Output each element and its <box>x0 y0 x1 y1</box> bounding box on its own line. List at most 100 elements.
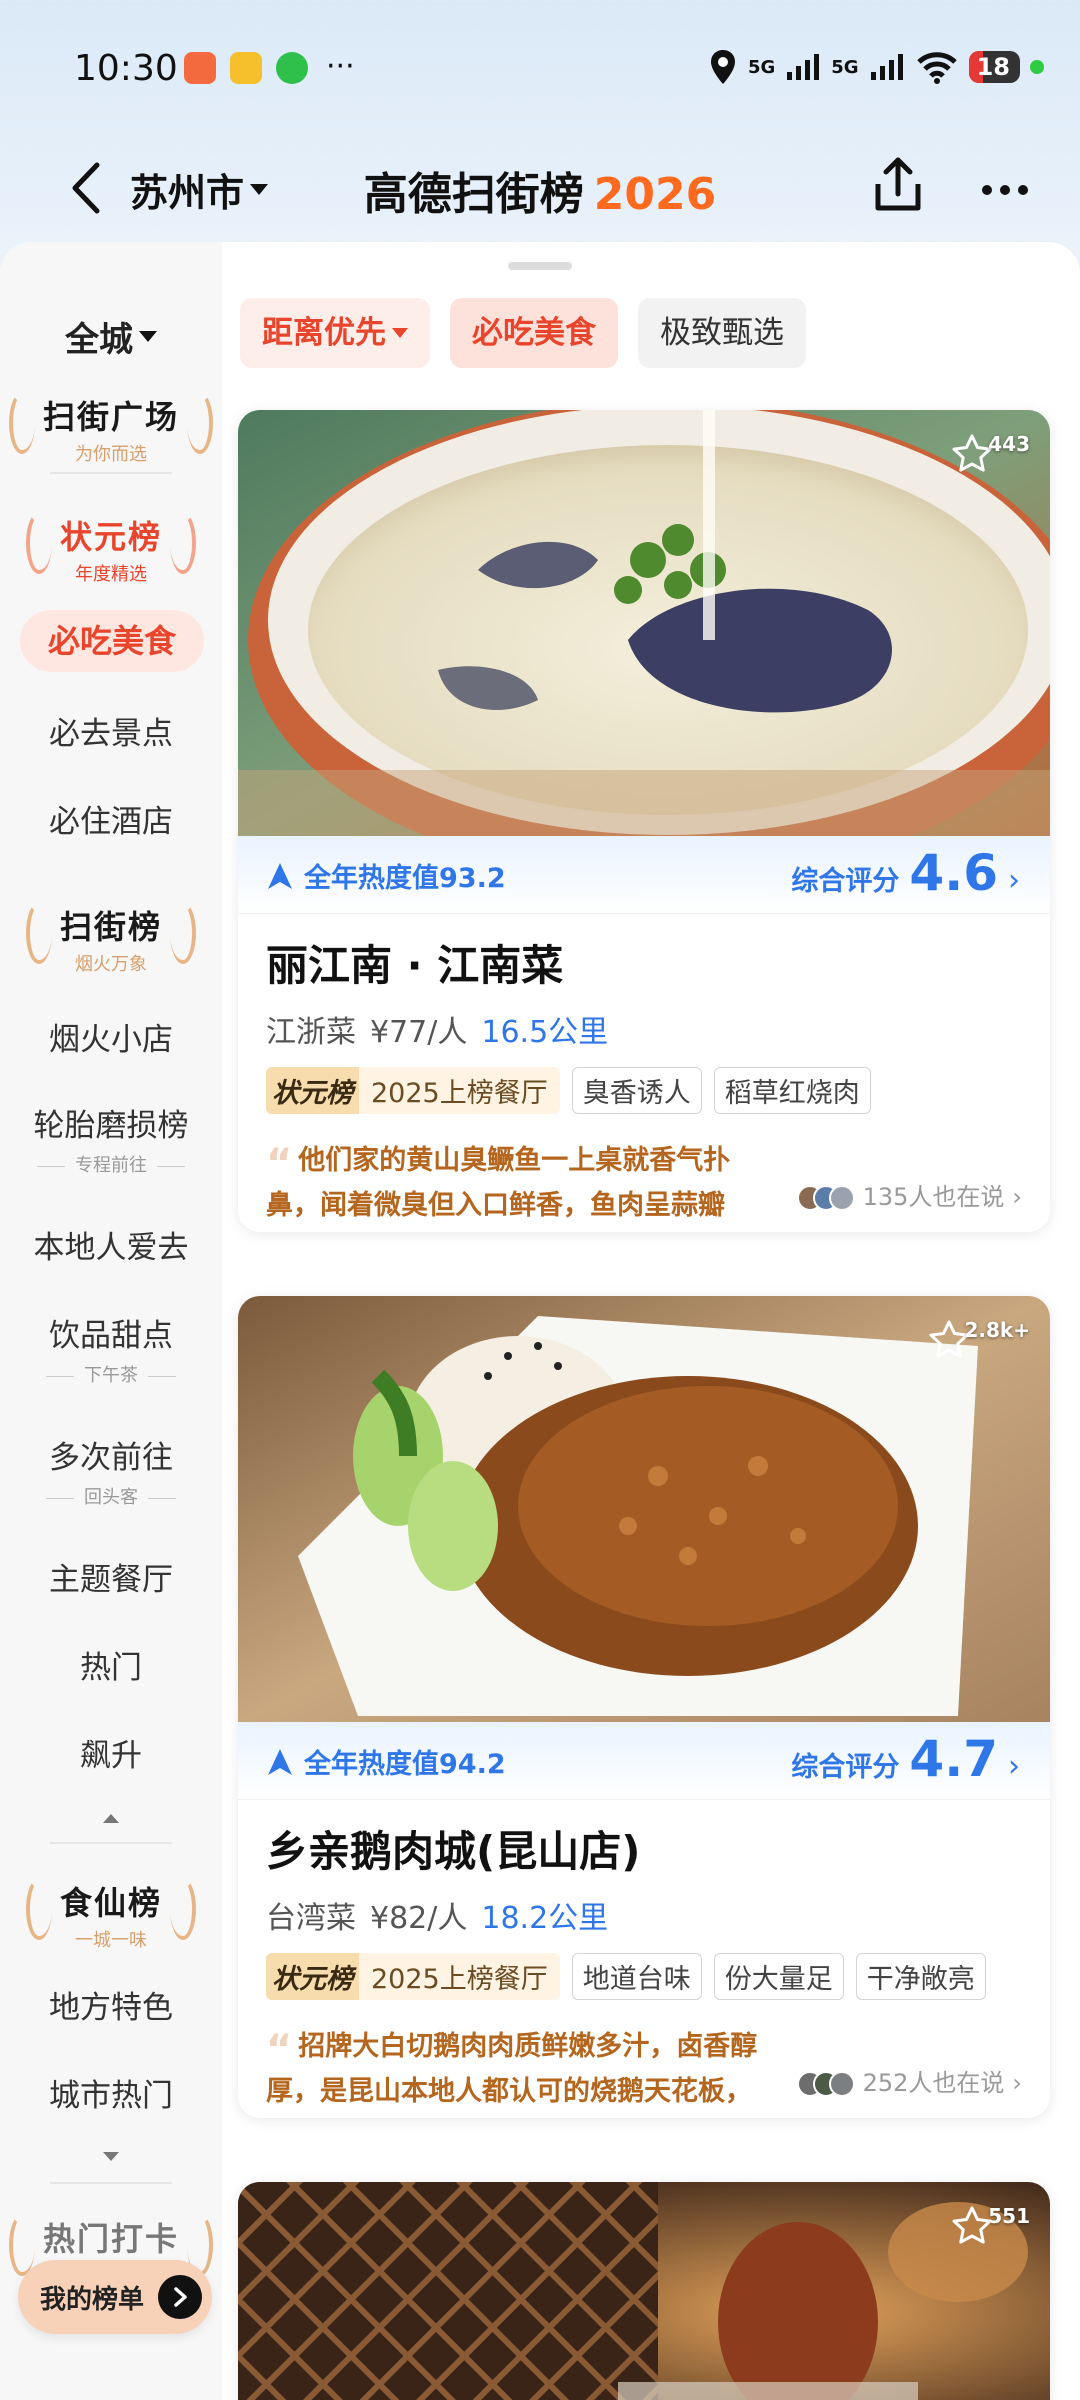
mail-notification-icon <box>230 52 262 84</box>
sidebar-item-must-eat[interactable]: 必吃美食 <box>20 610 204 672</box>
favorite-count: 2.8k+ <box>964 1318 1031 1342</box>
favorite-count: 551 <box>988 2204 1030 2228</box>
sidebar-item-small-shop[interactable]: 烟火小店 <box>0 1014 222 1059</box>
restaurant-card[interactable]: 443 全年热度值93.2 综合评分 4.6 › 丽江南 · 江南菜 江浙菜 ¥… <box>238 410 1050 1232</box>
quote-icon: “ <box>266 1141 293 1187</box>
expand-down-icon[interactable] <box>103 2152 119 2161</box>
restaurant-name[interactable]: 丽江南 · 江南菜 <box>266 932 1050 993</box>
drag-handle[interactable] <box>508 262 572 270</box>
sidebar-fireworks-sub: 烟火万象 <box>74 954 147 975</box>
amap-logo-icon <box>268 862 292 889</box>
laurel-left-icon <box>25 902 52 964</box>
favorite-button[interactable]: 443 <box>950 432 1030 476</box>
sidebar-item-local-specialty[interactable]: 地方特色 <box>0 1982 222 2027</box>
laurel-left-icon <box>8 2214 35 2276</box>
sidebar-item-hotels[interactable]: 必住酒店 <box>0 796 222 841</box>
sidebar-item-sights[interactable]: 必去景点 <box>0 708 222 753</box>
quote-icon: “ <box>266 2027 293 2073</box>
selection-chip[interactable]: 极致甄选 <box>638 298 806 368</box>
review-snippet[interactable]: “招牌大白切鹅肉肉质鲜嫩多汁，卤香醇厚，是昆山本地人都认可的烧鹅天花板，来一趟值… <box>266 2020 1022 2110</box>
restaurant-photo[interactable]: 2.8k+ <box>238 1296 1050 1722</box>
sidebar-divider <box>50 1842 172 1844</box>
laurel-left-icon <box>25 1878 52 1940</box>
restaurant-meta: 台湾菜 ¥82/人 18.2公里 <box>266 1893 1050 1937</box>
sidebar-item-plaza[interactable]: 扫街广场 为你而选 <box>0 392 222 466</box>
rating-value: 4.7 <box>909 1730 998 1788</box>
app-notification-icon <box>184 52 216 84</box>
restaurant-name[interactable]: 乡亲鹅肉城(昆山店) <box>266 1818 1050 1879</box>
laurel-right-icon <box>170 902 196 964</box>
amap-logo-icon <box>268 1748 292 1775</box>
laurel-right-icon <box>170 512 196 574</box>
favorite-count: 443 <box>988 432 1030 456</box>
sidebar-item-city-hot[interactable]: 城市热门 <box>0 2070 222 2115</box>
location-icon <box>710 50 735 84</box>
my-list-button[interactable]: 我的榜单 <box>18 2260 212 2334</box>
review-snippet[interactable]: “他们家的黄山臭鳜鱼一上桌就香气扑鼻，闻着微臭但入口鲜香，鱼肉呈蒜瓣状，嫩滑入味… <box>266 1134 1022 1224</box>
overall-rating[interactable]: 综合评分 4.6 › <box>791 844 1020 902</box>
favorite-button[interactable]: 551 <box>950 2204 1030 2248</box>
more-options-button[interactable] <box>970 170 1040 210</box>
more-dot-icon <box>1018 185 1028 195</box>
battery-level: 18 <box>976 53 1010 81</box>
laurel-left-icon <box>8 392 35 454</box>
sidebar-item-champion[interactable]: 状元榜 年度精选 <box>0 512 222 586</box>
sidebar-drinks-label: 饮品甜点 <box>49 1318 173 1354</box>
discussion-count: 135人也在说 <box>862 1183 1005 1211</box>
chevron-down-icon <box>139 331 157 342</box>
sidebar-item-hot[interactable]: 热门 <box>0 1642 222 1687</box>
favorite-button[interactable]: 2.8k+ <box>927 1318 1031 1362</box>
heat-rating-row[interactable]: 全年热度值93.2 综合评分 4.6 › <box>238 836 1050 914</box>
avatar <box>828 1184 855 1211</box>
price: ¥77/人 <box>370 1015 468 1050</box>
sidebar-item-food-immortal[interactable]: 食仙榜 一城一味 <box>0 1878 222 1952</box>
sidebar-item-repeat[interactable]: 多次前往 回头客 <box>0 1432 222 1509</box>
sidebar-item-fireworks[interactable]: 扫街榜 烟火万象 <box>0 902 222 976</box>
rank-badge-text: 2025上榜餐厅 <box>371 1964 548 1995</box>
system-icons: 5G 5G 18 <box>708 48 1044 86</box>
sidebar-item-locals[interactable]: 本地人爱去 <box>0 1222 222 1267</box>
notification-icons: ··· <box>184 52 355 84</box>
overall-rating[interactable]: 综合评分 4.7 › <box>791 1730 1020 1788</box>
avatar <box>828 2070 855 2097</box>
status-bar: 10:30 ··· 5G 5G 18 <box>0 0 1080 140</box>
sidebar-plaza-title: 扫街广场 <box>42 398 179 436</box>
feature-tag: 地道台味 <box>571 1953 702 2000</box>
page-title-text: 高德扫街榜 <box>363 169 584 220</box>
discussion-summary[interactable]: 135人也在说 › <box>790 1175 1022 1220</box>
chevron-right-icon <box>158 2275 203 2319</box>
sidebar-item-drinks[interactable]: 饮品甜点 下午茶 <box>0 1310 222 1387</box>
heat-rating-row[interactable]: 全年热度值94.2 综合评分 4.7 › <box>238 1722 1050 1800</box>
tag-row: 状元榜 2025上榜餐厅 臭香诱人 稻草红烧肉 <box>266 1067 1050 1114</box>
heat-value: 全年热度值94.2 <box>266 1742 506 1781</box>
sidebar-item-theme[interactable]: 主题餐厅 <box>0 1554 222 1599</box>
top-bar: 苏州市 高德扫街榜 2026 <box>0 140 1080 240</box>
rank-badge[interactable]: 状元榜 2025上榜餐厅 <box>266 1067 560 1114</box>
share-button[interactable] <box>866 154 930 218</box>
sidebar-item-checkin[interactable]: 热门打卡 <box>0 2214 222 2276</box>
feature-tag: 臭香诱人 <box>571 1067 702 1114</box>
restaurant-card[interactable]: 2.8k+ 全年热度值94.2 综合评分 4.7 › 乡亲鹅肉城(昆山店) 台湾… <box>238 1296 1050 2118</box>
sidebar-city-filter[interactable]: 全城 <box>0 312 222 361</box>
sidebar-champion-title: 状元榜 <box>59 518 162 556</box>
tag-row: 状元榜 2025上榜餐厅 地道台味 份大量足 干净敞亮 <box>266 1953 1050 2000</box>
laurel-right-icon <box>187 392 213 454</box>
sidebar-item-rising[interactable]: 飙升 <box>0 1730 222 1775</box>
must-eat-chip[interactable]: 必吃美食 <box>450 298 618 368</box>
rank-badge[interactable]: 状元榜 2025上榜餐厅 <box>266 1953 560 2000</box>
distance-sort-chip[interactable]: 距离优先 <box>240 298 430 368</box>
discussion-summary[interactable]: 252人也在说 › <box>790 2061 1022 2106</box>
collapse-up-icon[interactable] <box>103 1814 119 1823</box>
category-sidebar: 全城 扫街广场 为你而选 状元榜 年度精选 必吃美食 必去景点 必住酒店 扫街榜… <box>0 242 222 2400</box>
restaurant-photo[interactable]: 551 <box>238 2182 1050 2400</box>
sidebar-repeat-label: 多次前往 <box>49 1440 173 1476</box>
sidebar-item-tire[interactable]: 轮胎磨损榜 专程前往 <box>0 1100 222 1177</box>
restaurant-card[interactable]: 551 <box>238 2182 1050 2400</box>
more-dot-icon <box>982 185 992 195</box>
signal-icon <box>787 54 820 80</box>
sidebar-food-immortal-title: 食仙榜 <box>59 1884 162 1922</box>
review-text: 他们家的黄山臭鳜鱼一上桌就香气扑鼻，闻着微臭但入口鲜香，鱼肉呈蒜瓣状，嫩滑入味，… <box>266 1145 731 1221</box>
chevron-right-icon: › <box>1008 863 1020 898</box>
restaurant-photo[interactable]: 443 <box>238 410 1050 836</box>
distance: 18.2公里 <box>481 1901 609 1936</box>
